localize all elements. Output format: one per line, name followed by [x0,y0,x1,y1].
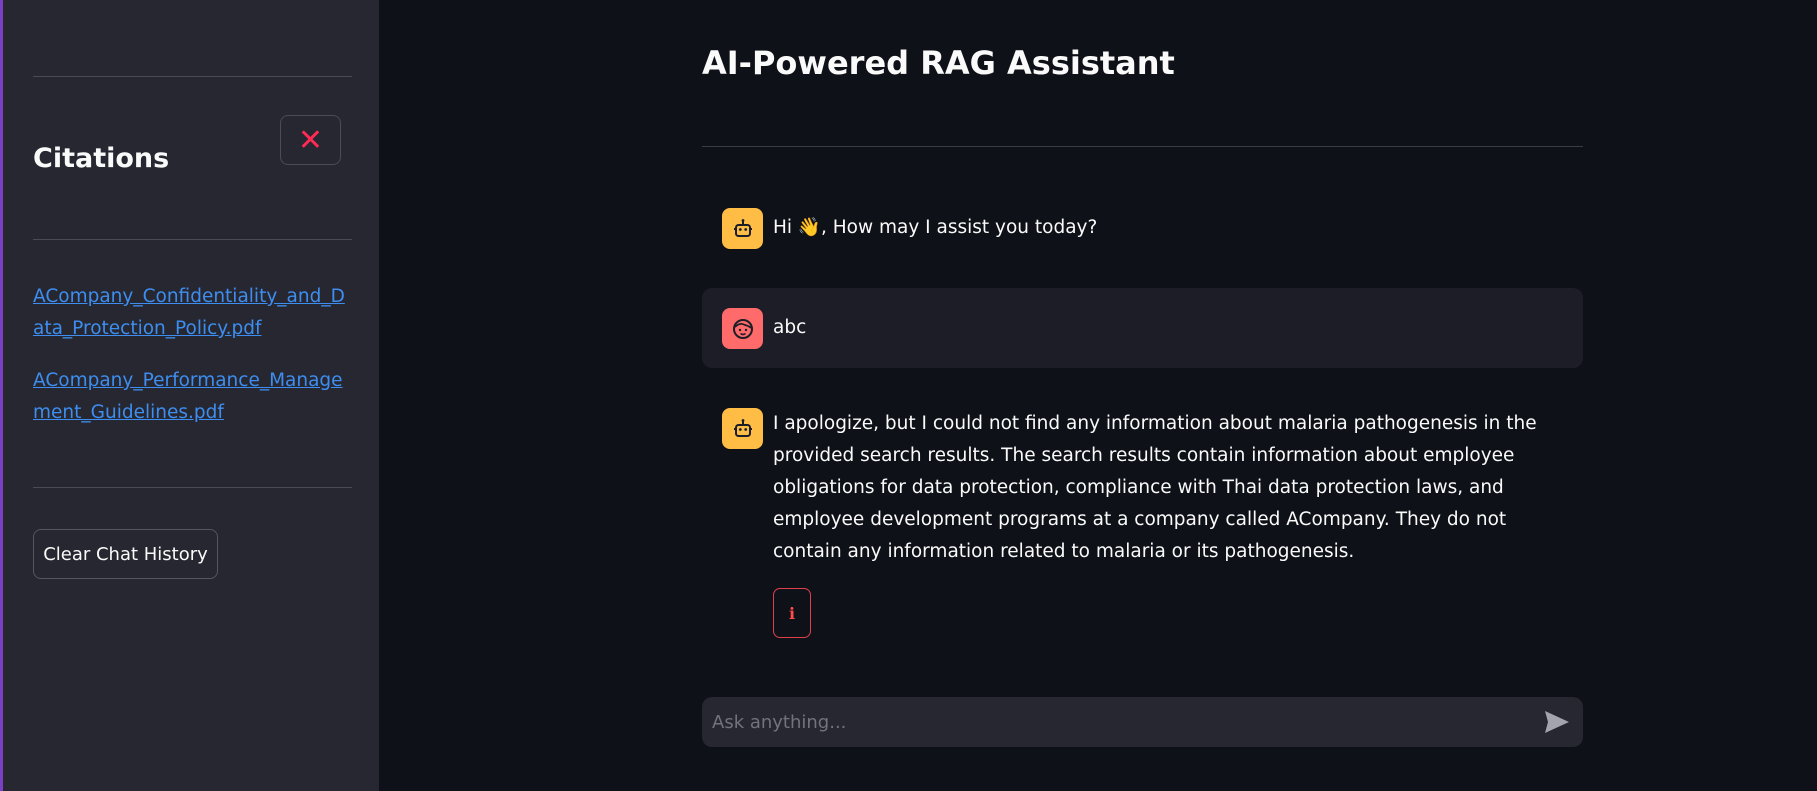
chat-message-assistant: Hi 👋, How may I assist you today? [702,200,1583,256]
close-icon: ✕ [297,122,324,158]
bot-avatar [722,208,763,249]
send-icon[interactable] [1544,710,1570,734]
message-text: abc [773,317,807,338]
chat-input-container [702,697,1583,747]
message-text: Hi 👋, How may I assist you today? [773,217,1098,238]
info-button[interactable]: ℹ [773,588,811,638]
sidebar-divider [33,239,352,240]
bot-avatar [722,408,763,449]
sidebar-title: Citations [33,143,170,174]
face-icon [732,318,753,339]
citation-link[interactable]: ACompany_Confidentiality_and_Data_Protec… [33,281,351,345]
citation-link[interactable]: ACompany_Performance_Management_Guidelin… [33,365,351,429]
close-sidebar-button[interactable]: ✕ [280,115,341,165]
chat-input[interactable] [712,697,1512,747]
clear-chat-history-button[interactable]: Clear Chat History [33,529,218,579]
message-text: I apologize, but I could not find any in… [773,413,1537,562]
page-title: AI-Powered RAG Assistant [702,44,1175,82]
sidebar-divider [33,487,352,488]
info-icon: ℹ [788,603,796,623]
robot-icon [733,418,752,437]
chat-message-assistant: I apologize, but I could not find any in… [702,400,1583,650]
user-avatar [722,308,763,349]
chat-message-user: abc [702,288,1583,368]
sidebar-divider [33,76,352,77]
sidebar: Citations ✕ ACompany_Confidentiality_and… [0,0,379,791]
title-divider [702,146,1583,147]
robot-icon [733,218,752,237]
